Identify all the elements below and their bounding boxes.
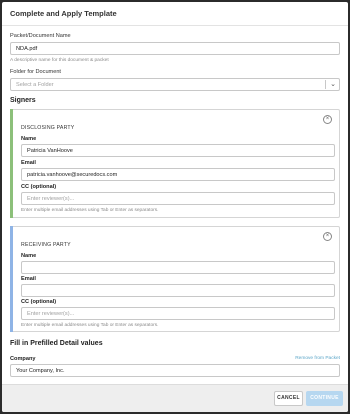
signer-accent-bar <box>10 226 13 332</box>
signer-card-disclosing: × DISCLOSING PARTY Name Patricia VanHoov… <box>10 109 340 218</box>
modal-footer: CANCEL CONTINUE <box>2 384 348 412</box>
template-modal: Complete and Apply Template Packet/Docum… <box>2 2 348 412</box>
cancel-button[interactable]: CANCEL <box>274 391 303 406</box>
folder-select[interactable]: Select a Folder ⌄ <box>10 78 340 91</box>
packet-name-help: A descriptive name for this document & p… <box>10 58 109 63</box>
continue-button[interactable]: CONTINUE <box>306 391 343 406</box>
cc-help: Enter multiple email addresses using Tab… <box>21 208 159 213</box>
cc-label: CC (optional) <box>21 299 57 305</box>
chevron-down-icon[interactable]: ⌄ <box>330 80 336 88</box>
packet-name-label: Packet/Document Name <box>10 33 71 39</box>
select-divider <box>325 80 326 89</box>
modal-title: Complete and Apply Template <box>2 2 348 26</box>
name-input[interactable] <box>21 261 335 274</box>
remove-signer-icon[interactable]: × <box>323 232 332 241</box>
party-role: RECEIVING PARTY <box>21 242 71 248</box>
party-role: DISCLOSING PARTY <box>21 125 75 131</box>
remove-from-packet-link[interactable]: Remove from Packet <box>295 356 340 361</box>
signer-accent-bar <box>10 109 13 218</box>
cc-label: CC (optional) <box>21 184 57 190</box>
name-label: Name <box>21 253 37 259</box>
company-label: Company <box>10 356 36 362</box>
cc-input[interactable]: Enter reviewer(s)... <box>21 192 335 205</box>
company-input[interactable]: Your Company, Inc. <box>10 364 340 377</box>
email-input[interactable] <box>21 284 335 297</box>
email-label: Email <box>21 160 36 166</box>
name-label: Name <box>21 136 37 142</box>
cc-help: Enter multiple email addresses using Tab… <box>21 323 159 328</box>
folder-label: Folder for Document <box>10 69 61 75</box>
cc-input[interactable]: Enter reviewer(s)... <box>21 307 335 320</box>
packet-name-input[interactable]: NDA.pdf <box>10 42 340 55</box>
prefilled-heading: Fill in Prefilled Detail values <box>10 340 103 347</box>
name-input[interactable]: Patricia VanHoove <box>21 144 335 157</box>
email-label: Email <box>21 276 36 282</box>
folder-placeholder: Select a Folder <box>16 82 54 88</box>
signer-card-receiving: × RECEIVING PARTY Name Email CC (optiona… <box>10 226 340 332</box>
signers-heading: Signers <box>10 97 36 104</box>
remove-signer-icon[interactable]: × <box>323 115 332 124</box>
email-input[interactable]: patricia.vanhoove@securedocs.com <box>21 168 335 181</box>
